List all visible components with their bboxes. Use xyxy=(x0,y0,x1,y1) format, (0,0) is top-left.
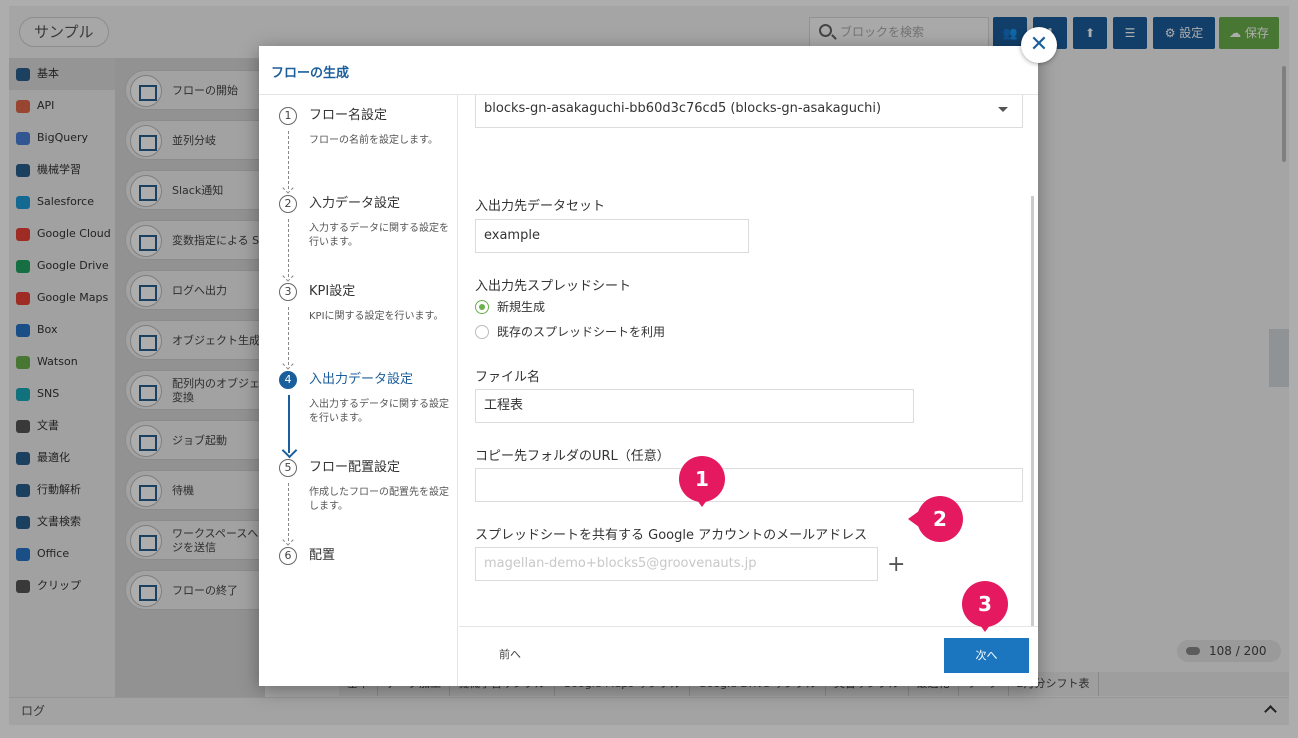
step-connector xyxy=(288,395,290,453)
step-description: 作成したフローの配置先を設定します。 xyxy=(309,487,449,512)
step-number: 6 xyxy=(279,547,297,565)
step-description: 入出力するデータに関する設定を行います。 xyxy=(309,399,449,424)
close-dialog-button[interactable]: ✕ xyxy=(1021,27,1057,63)
add-email-button[interactable]: + xyxy=(887,554,905,576)
step-number: 1 xyxy=(279,107,297,125)
step-description: フローの名前を設定します。 xyxy=(309,135,438,146)
step-number: 2 xyxy=(279,195,297,213)
step-description: KPIに関する設定を行います。 xyxy=(309,311,444,322)
radio-existing-spreadsheet[interactable]: 既存のスプレッドシートを利用 xyxy=(475,324,665,340)
dialog-footer: 前へ 次へ xyxy=(459,626,1038,686)
next-button[interactable]: 次へ xyxy=(944,638,1029,673)
dialog-title: フローの生成 xyxy=(271,66,350,81)
dataset-input[interactable]: example xyxy=(475,219,749,253)
wizard-steps: 1 フロー名設定フローの名前を設定します。 2 入力データ設定入力するデータに関する設… xyxy=(259,95,458,686)
step-number: 3 xyxy=(279,283,297,301)
spreadsheet-label: 入出力先スプレッドシート xyxy=(475,279,632,294)
project-value: blocks-gn-asakaguchi-bb60d3c76cd5 (block… xyxy=(484,101,882,116)
share-email-label: スプレッドシートを共有する Google アカウントのメールアドレス xyxy=(475,528,868,543)
marker-number: 2 xyxy=(933,507,947,531)
flow-generation-dialog: フローの生成 1 フロー名設定フローの名前を設定します。 2 入力データ設定入力するデ… xyxy=(259,46,1038,686)
prev-button[interactable]: 前へ xyxy=(499,646,521,662)
caret-down-icon xyxy=(998,107,1008,112)
marker-pointer xyxy=(977,621,993,632)
content-scrollbar[interactable] xyxy=(1031,196,1034,626)
step-connector xyxy=(288,219,289,277)
step-name: フロー配置設定 xyxy=(309,460,401,475)
step-name: 配置 xyxy=(309,548,336,563)
filename-label: ファイル名 xyxy=(475,370,541,385)
marker-number: 1 xyxy=(695,467,709,491)
radio-new-spreadsheet[interactable]: 新規生成 xyxy=(475,299,545,315)
step-name: KPI設定 xyxy=(309,284,356,299)
step-description: 入力するデータに関する設定を行います。 xyxy=(309,223,449,248)
marker-pointer xyxy=(908,511,919,527)
step-content: blocks-gn-asakaguchi-bb60d3c76cd5 (block… xyxy=(459,95,1038,626)
step-name: 入力データ設定 xyxy=(309,196,401,211)
step-number: 5 xyxy=(279,459,297,477)
marker-number: 3 xyxy=(978,592,992,616)
step-number: 4 xyxy=(279,371,297,389)
callout-marker-1: 1 xyxy=(679,456,725,507)
step-connector xyxy=(288,483,289,541)
step-name: フロー名設定 xyxy=(309,108,388,123)
share-email-input[interactable]: magellan-demo+blocks5@groovenauts.jp xyxy=(475,547,878,581)
project-select[interactable]: blocks-gn-asakaguchi-bb60d3c76cd5 (block… xyxy=(475,95,1023,128)
marker-pointer xyxy=(694,496,710,507)
callout-marker-3: 3 xyxy=(962,581,1008,632)
folder-url-label: コピー先フォルダのURL（任意） xyxy=(475,449,670,464)
dataset-label: 入出力先データセット xyxy=(475,199,606,214)
close-icon: ✕ xyxy=(1029,32,1049,57)
step-connector xyxy=(288,307,289,365)
callout-marker-2: 2 xyxy=(908,496,963,542)
filename-input[interactable]: 工程表 xyxy=(475,389,914,423)
step-connector xyxy=(288,131,289,189)
step-name: 入出力データ設定 xyxy=(309,372,414,387)
